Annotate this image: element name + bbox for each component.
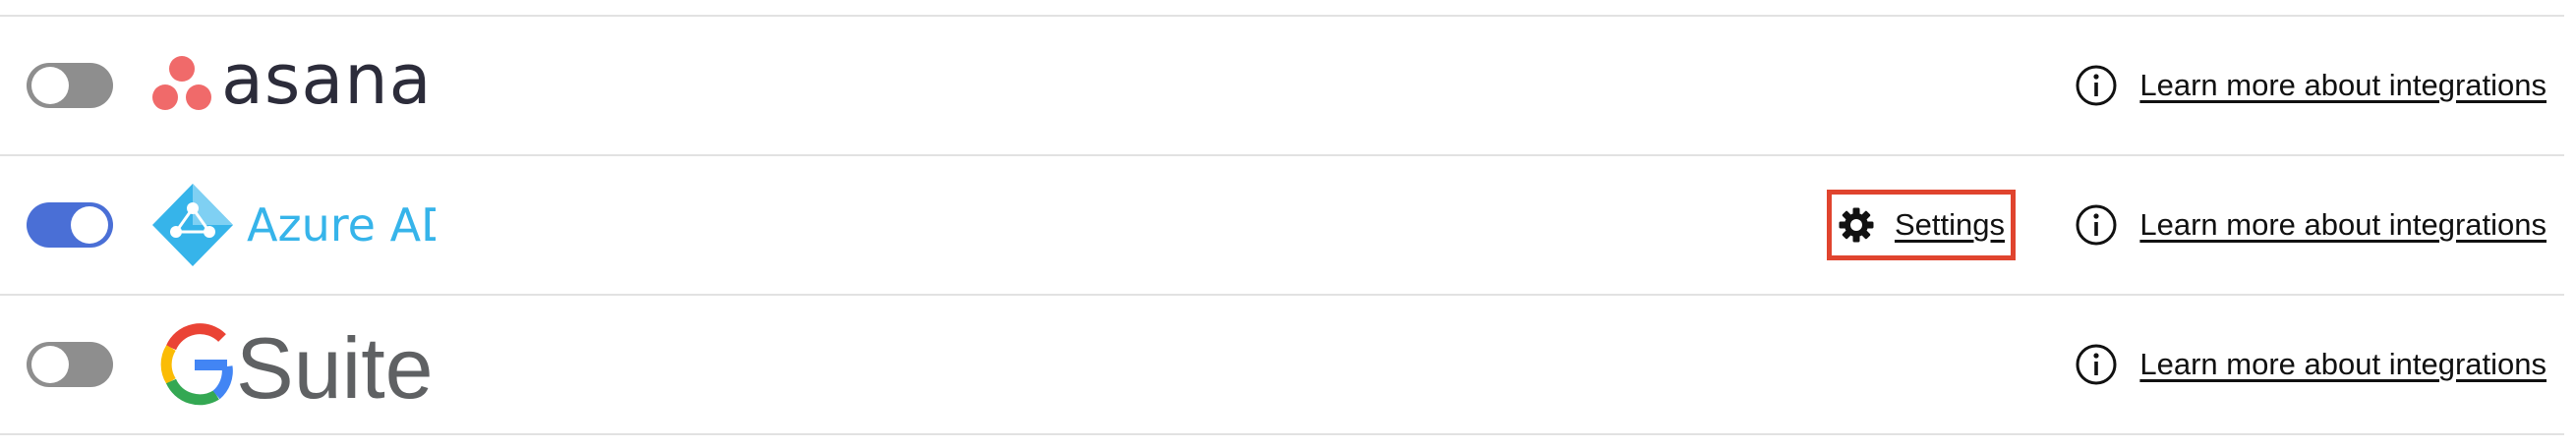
azure-ad-settings-button[interactable]: Settings [1827, 190, 2016, 260]
azure-ad-logo-node [170, 226, 182, 238]
settings-link[interactable]: Settings [1895, 207, 2005, 243]
toggle-knob [31, 67, 69, 104]
gear-icon [1839, 207, 1874, 243]
asana-toggle[interactable] [27, 63, 113, 108]
asana-logo-text: asana [221, 54, 433, 117]
asana-logo-dot-top [169, 56, 195, 82]
toggle-knob [71, 206, 108, 244]
gsuite-logo: Suite [160, 320, 433, 409]
row-divider [0, 433, 2564, 435]
integration-row-azure-ad: Azure AD Settings Learn more about integ… [0, 156, 2564, 294]
learn-more-group-gsuite: Learn more about integrations [2075, 343, 2547, 386]
azure-ad-logo-node [204, 226, 215, 238]
asana-logo: asana [152, 54, 433, 117]
learn-more-group-asana: Learn more about integrations [2075, 64, 2547, 107]
info-circle-icon [2076, 65, 2117, 106]
learn-more-link-gsuite[interactable]: Learn more about integrations [2139, 347, 2547, 382]
asana-logo-dot-right [186, 84, 211, 110]
gsuite-logo-text: Suite [236, 320, 433, 409]
google-g-icon [160, 323, 233, 406]
learn-more-link-asana[interactable]: Learn more about integrations [2139, 68, 2547, 103]
integration-row-asana: asana Learn more about integrations [0, 17, 2564, 154]
toggle-knob [31, 346, 69, 383]
learn-more-group-azure-ad: Learn more about integrations [2075, 203, 2547, 247]
integrations-list: asana Learn more about integrations Azur [0, 0, 2576, 448]
asana-logo-dot-left [152, 84, 178, 110]
integration-row-gsuite: Suite Learn more about integrations [0, 296, 2564, 433]
azure-ad-logo-text: Azure AD [247, 198, 436, 252]
info-circle-icon [2076, 344, 2117, 385]
info-circle-icon [2076, 204, 2117, 246]
gsuite-toggle[interactable] [27, 342, 113, 387]
azure-ad-logo: Azure AD [152, 184, 436, 266]
azure-ad-toggle[interactable] [27, 202, 113, 248]
learn-more-link-azure-ad[interactable]: Learn more about integrations [2139, 207, 2547, 243]
azure-ad-logo-node [187, 202, 199, 214]
